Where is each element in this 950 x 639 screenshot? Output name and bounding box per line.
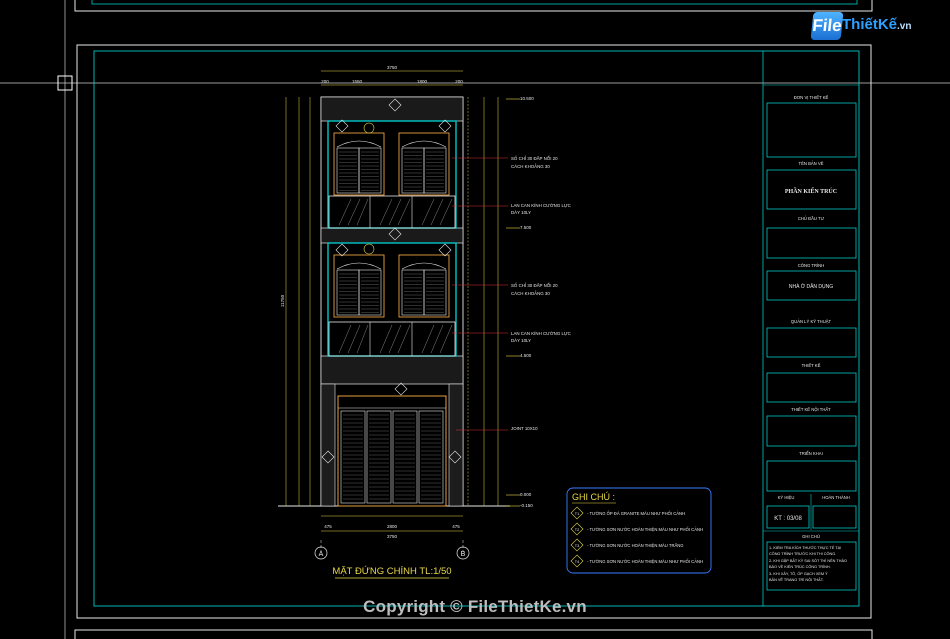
dim-top: 200: [321, 79, 329, 84]
tb-note-line: 1- KIỂM TRA KÍCH THƯỚC THỰC TẾ TẠI: [769, 545, 841, 550]
balcony-glass-3: [328, 195, 456, 229]
tb-note-line: BẢN VẼ TRANG TRÍ NỘI THẤT.: [769, 577, 824, 582]
facade-elevation: 3750 200 1550 1800 200 475 2800 475 3750…: [278, 65, 571, 579]
tb-note-line: CÔNG TRÌNH TRƯỚC KHI THI CÔNG.: [769, 551, 836, 556]
previous-sheet-frame: [74, 0, 873, 12]
note-tag: T2: [575, 528, 579, 532]
level-mark: -0.150: [520, 503, 533, 508]
logo-tld: .vn: [897, 21, 912, 32]
dim-top: 1800: [417, 79, 428, 84]
tb-cong-trinh-value: NHÀ Ở DÂN DỤNG: [789, 283, 833, 290]
dim-top: 200: [455, 79, 463, 84]
callout-text: DÀY 10LY: [511, 210, 531, 215]
axis-label-a: A: [319, 551, 324, 558]
axis-label-b: B: [461, 551, 466, 558]
sheet-inner-frame: [93, 50, 860, 607]
drawing-title: MẶT ĐỨNG CHÍNH TL:1/50: [332, 566, 451, 577]
callout-text: SỐ CHỈ 30 ĐẮP NỔI 20: [511, 156, 558, 161]
notes-heading: GHI CHÚ :: [572, 492, 615, 502]
tb-thiet-ke: THIẾT KẾ: [802, 363, 821, 368]
tb-quan-ly: QUẢN LÝ KỸ THUẬT: [791, 319, 832, 324]
callout-text: SỐ CHỈ 30 ĐẮP NỔI 20: [511, 283, 558, 288]
dim-left-total: 11750: [280, 294, 285, 307]
copyright-watermark: Copyright © FileThietKe.vn: [363, 597, 587, 616]
previous-sheet-inner: [91, 0, 858, 5]
dim-bottom: 475: [452, 524, 460, 529]
level-mark: 0.000: [520, 492, 532, 497]
tb-trien-khai: TRIỂN KHAI: [799, 451, 823, 456]
note-text: - TƯỜNG SƠN NƯỚC HOÀN THIỆN MÀU TRẮNG: [587, 543, 684, 548]
level-mark: 4.500: [520, 353, 532, 358]
tb-ten-ban-ve: TÊN BẢN VẼ: [799, 161, 824, 166]
tb-ghi-chu: GHI CHÚ: [802, 534, 820, 539]
title-block: ĐƠN VỊ THIẾT KẾ TÊN BẢN VẼ PHẦN KIẾN TRÚ…: [762, 51, 859, 606]
logo-name: ThiếtKế: [842, 16, 898, 33]
dim-bottom: 475: [324, 524, 332, 529]
dim-top-total: 3750: [387, 65, 398, 70]
callout-text: LAN CAN KÍNH CƯỜNG LỰC: [511, 331, 571, 336]
tb-hoan-thanh: HOÀN THÀNH: [822, 495, 850, 500]
callout-text: CÁCH KHOẢNG 30: [511, 291, 550, 296]
louvers: [339, 151, 444, 500]
tb-ten-ban-ve-value: PHẦN KIẾN TRÚC: [785, 187, 837, 195]
note-text: - TƯỜNG SƠN NƯỚC HOÀN THIỆN MÀU NHƯ PHỐI…: [587, 527, 703, 532]
note-tag: T3: [575, 544, 579, 548]
tb-noi-that: THIẾT KẾ NỘI THẤT: [791, 407, 831, 412]
callout-text: DÀY 10LY: [511, 338, 531, 343]
note-tag: T4: [575, 560, 579, 564]
parapet: [320, 96, 464, 122]
tb-note-line: BÁO VỀ KIẾN TRÚC CÔNG TRÌNH.: [769, 564, 831, 569]
note-tag: T1: [575, 512, 579, 516]
pier-right: [448, 383, 464, 507]
note-text: - TƯỜNG SƠN NƯỚC HOÀN THIỆN MÀU NHƯ PHỐI…: [587, 559, 703, 564]
note-text: - TƯỜNG ỐP ĐÁ GRANITE MÀU NHƯ PHỐI CẢNH: [587, 511, 685, 516]
dim-top: 1550: [352, 79, 363, 84]
callout-text: JOINT 10X10: [511, 426, 538, 431]
dim-bottom: 2800: [387, 524, 398, 529]
tb-don-vi: ĐƠN VỊ THIẾT KẾ: [794, 95, 829, 100]
floor-band-2: [320, 227, 464, 244]
callout-text: LAN CAN KÍNH CƯỜNG LỰC: [511, 203, 571, 208]
level-mark: 10.500: [520, 96, 534, 101]
callout-text: CÁCH KHOẢNG 30: [511, 164, 550, 169]
level-mark: 7.500: [520, 225, 532, 230]
tb-chu-dau-tu: CHỦ ĐẦU TƯ: [798, 216, 825, 221]
tb-note-line: 2- KHI GẶP BẤT KỲ SAI SÓT THÌ NÊN THẢO: [769, 558, 847, 563]
cad-drawing[interactable]: ĐƠN VỊ THIẾT KẾ TÊN BẢN VẼ PHẦN KIẾN TRÚ…: [0, 0, 950, 639]
glass-hatch: [338, 198, 453, 354]
floor2-windows: [333, 254, 450, 318]
logo-mark: File: [810, 12, 844, 40]
dim-bottom-total: 3750: [387, 534, 398, 539]
floor3-frame: [327, 120, 457, 229]
balcony-glass-2: [328, 321, 456, 357]
tb-sheet-no: KT : 03/08: [774, 516, 802, 522]
floor3-windows: [333, 132, 450, 196]
facade-outline: [320, 96, 464, 507]
next-sheet-frame: [74, 629, 873, 639]
site-logo[interactable]: File ThiếtKế.vn: [810, 12, 922, 44]
tb-cong-trinh: CÔNG TRÌNH: [798, 263, 824, 268]
cad-viewport[interactable]: ĐƠN VỊ THIẾT KẾ TÊN BẢN VẼ PHẦN KIẾN TRÚ…: [0, 0, 950, 639]
sheet-outer-frame: [76, 44, 872, 619]
pier-left: [320, 383, 336, 507]
notes-legend: GHI CHÚ : T1 - TƯỜNG ỐP ĐÁ GRANITE MÀU N…: [566, 487, 712, 574]
floor-band-1: [320, 355, 464, 385]
tb-ky-hieu: KÝ HIỆU: [778, 495, 795, 500]
tb-note-line: 3- KHI XÂY, TÔ, ỐP GẠCH XEM Ý: [769, 571, 828, 576]
